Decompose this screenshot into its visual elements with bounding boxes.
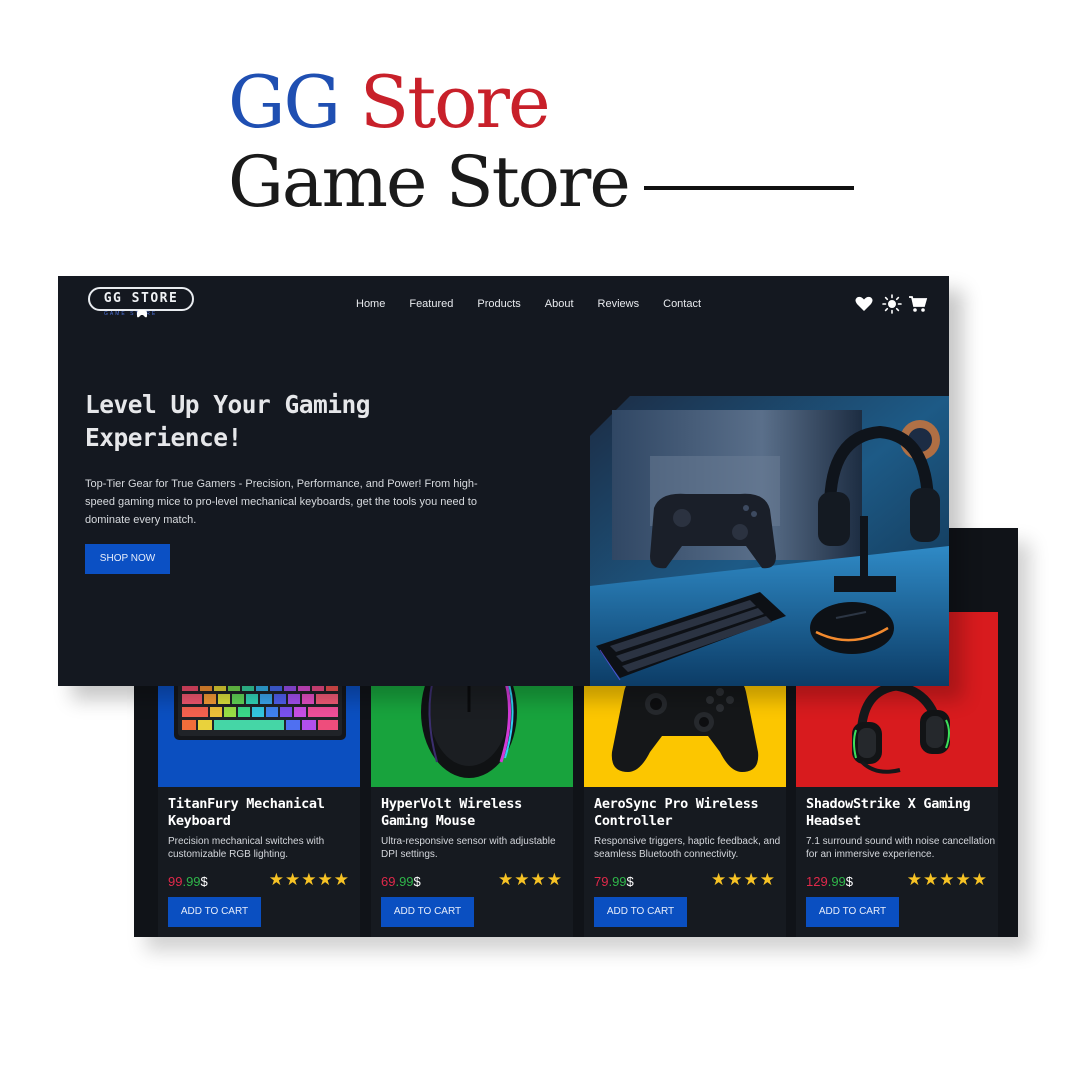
shop-now-button[interactable]: SHOP NOW bbox=[85, 544, 170, 574]
product-price: 129.99$ bbox=[806, 874, 853, 889]
product-price: 69.99$ bbox=[381, 874, 421, 889]
price-integer: 129 bbox=[806, 874, 828, 889]
nav-reviews[interactable]: Reviews bbox=[598, 297, 640, 311]
price-integer: 69 bbox=[381, 874, 396, 889]
product-price: 79.99$ bbox=[594, 874, 634, 889]
banner-title-store: Store bbox=[359, 60, 551, 144]
price-decimal: .99 bbox=[395, 874, 414, 889]
hero-section-card: GG STORE GAME STORE Home Featured Produc… bbox=[58, 276, 949, 686]
gamepad-icon bbox=[137, 310, 147, 318]
price-decimal: .99 bbox=[827, 874, 846, 889]
price-integer: 99 bbox=[168, 874, 183, 889]
product-description: Responsive triggers, haptic feedback, an… bbox=[594, 836, 781, 860]
nav-contact[interactable]: Contact bbox=[663, 297, 701, 311]
banner-title-block: GG Store Game Store bbox=[228, 62, 631, 223]
logo-text: GG STORE bbox=[103, 291, 179, 306]
nav-home[interactable]: Home bbox=[356, 297, 385, 311]
store-logo[interactable]: GG STORE bbox=[88, 287, 194, 311]
main-nav: Home Featured Products About Reviews Con… bbox=[356, 297, 725, 311]
product-description: Precision mechanical switches with custo… bbox=[168, 836, 325, 860]
nav-products[interactable]: Products bbox=[477, 297, 520, 311]
price-currency: $ bbox=[413, 874, 421, 889]
hero-heading: Level Up Your Gaming Experience! bbox=[85, 388, 505, 454]
product-description: Ultra-responsive sensor with adjustable … bbox=[381, 836, 556, 860]
add-to-cart-button[interactable]: ADD TO CART bbox=[806, 897, 899, 927]
product-name: AeroSync Pro Wireless Controller bbox=[594, 796, 759, 829]
price-decimal: .99 bbox=[182, 874, 201, 889]
price-integer: 79 bbox=[594, 874, 609, 889]
hero-description: Top-Tier Gear for True Gamers - Precisio… bbox=[85, 478, 478, 526]
banner-title-gg: GG bbox=[228, 60, 341, 144]
product-description: 7.1 surround sound with noise cancellati… bbox=[806, 836, 996, 860]
price-currency: $ bbox=[626, 874, 634, 889]
price-decimal: .99 bbox=[608, 874, 627, 889]
rating-stars: ★★★★★ bbox=[268, 870, 350, 889]
hero-image bbox=[590, 396, 949, 686]
product-price: 99.99$ bbox=[168, 874, 208, 889]
cart-icon[interactable] bbox=[908, 294, 928, 314]
product-name: ShadowStrike X Gaming Headset bbox=[806, 796, 971, 829]
add-to-cart-button[interactable]: ADD TO CART bbox=[168, 897, 261, 927]
sun-icon[interactable] bbox=[882, 294, 902, 314]
add-to-cart-button[interactable]: ADD TO CART bbox=[594, 897, 687, 927]
nav-about[interactable]: About bbox=[545, 297, 574, 311]
rating-stars: ★★★★ bbox=[498, 870, 563, 889]
nav-featured[interactable]: Featured bbox=[409, 297, 453, 311]
banner-rule bbox=[644, 186, 854, 190]
product-name: TitanFury Mechanical Keyboard bbox=[168, 796, 325, 829]
hero-heading-line2: Experience! bbox=[85, 423, 242, 452]
price-currency: $ bbox=[845, 874, 854, 889]
hero-heading-line1: Level Up Your Gaming bbox=[85, 390, 371, 419]
product-name: HyperVolt Wireless Gaming Mouse bbox=[381, 796, 522, 829]
add-to-cart-button[interactable]: ADD TO CART bbox=[381, 897, 474, 927]
banner-subtitle: Game Store bbox=[228, 141, 631, 223]
banner-title: GG Store bbox=[228, 62, 629, 142]
heart-icon[interactable] bbox=[854, 294, 874, 314]
rating-stars: ★★★★ bbox=[711, 870, 776, 889]
header-icons bbox=[854, 294, 930, 314]
rating-stars: ★★★★★ bbox=[906, 870, 988, 889]
price-currency: $ bbox=[200, 874, 208, 889]
